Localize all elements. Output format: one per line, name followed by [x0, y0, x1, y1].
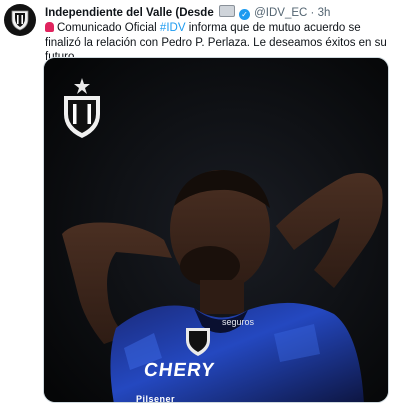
- verified-badge-icon: ✓: [238, 9, 250, 20]
- flag-emoji-icon: [218, 5, 235, 17]
- tweet-text-intro: Comunicado Oficial: [57, 22, 157, 34]
- header-separator: ·: [310, 7, 315, 19]
- club-crest-icon: [11, 10, 29, 31]
- tweet-media-image[interactable]: seguros CHERY Pilsener: [43, 57, 389, 403]
- sleeve-sponsor-text: seguros: [222, 317, 255, 327]
- tweet-header: Independiente del Valle (Desde ✓ @IDV_EC…: [45, 5, 394, 20]
- hashtag-link[interactable]: #IDV: [160, 22, 186, 34]
- tweet-timestamp[interactable]: 3h: [318, 7, 331, 19]
- profile-avatar[interactable]: [4, 4, 36, 36]
- rotating-light-icon: [45, 22, 54, 32]
- player-photo: [44, 58, 388, 402]
- chest-partial-text: Pilsener: [136, 394, 176, 403]
- author-name[interactable]: Independiente del Valle (Desde: [45, 7, 214, 19]
- tweet-card[interactable]: Independiente del Valle (Desde ✓ @IDV_EC…: [0, 0, 400, 409]
- author-handle[interactable]: @IDV_EC: [254, 7, 307, 19]
- jersey-sponsor-text: CHERY: [142, 360, 217, 381]
